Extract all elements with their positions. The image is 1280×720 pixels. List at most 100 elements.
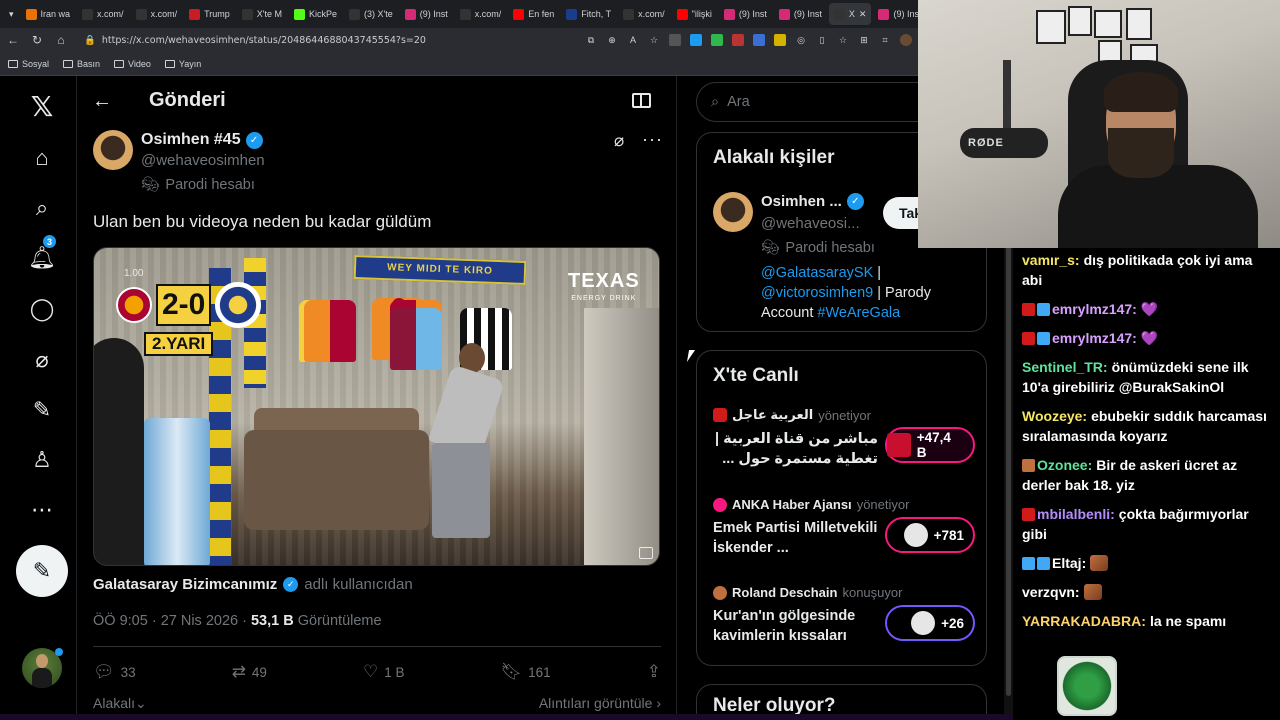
browser-tab[interactable]: X ✕	[828, 3, 872, 25]
extension-icon[interactable]	[732, 34, 744, 46]
chat-username[interactable]: Woozeye:	[1022, 408, 1087, 424]
bookmark-button[interactable]: 🔖︎ 161	[501, 662, 551, 682]
browser-tab[interactable]: KickPe	[289, 3, 342, 25]
tab-list-button[interactable]: ▾	[4, 3, 19, 25]
more-options-icon[interactable]: ···	[642, 129, 663, 150]
extension-icon[interactable]	[753, 34, 765, 46]
bio-hashtag[interactable]: #WeAreGala	[817, 305, 900, 321]
browser-tab[interactable]: (9) Inst	[400, 3, 453, 25]
live-item[interactable]: ANKA Haber Ajansı yönetiyor Emek Partisi M…	[713, 497, 975, 558]
profile-avatar-icon[interactable]	[900, 34, 912, 46]
profile-icon[interactable]: ♙	[22, 440, 62, 480]
lists-icon[interactable]: ✎	[22, 390, 62, 430]
chat-username[interactable]: Eltaj:	[1052, 555, 1086, 571]
url-bar[interactable]: 🔒 https://x.com/wehaveosimhen/status/204…	[78, 31, 548, 49]
chat-username[interactable]: emrylmz147:	[1052, 301, 1137, 317]
bookmark-folder[interactable]: Yayın	[164, 59, 201, 69]
post-time[interactable]: ÖÖ 9:05 · 27 Nis 2026 ·	[93, 613, 251, 629]
related-avatar[interactable]	[713, 192, 753, 232]
reader-mode-icon[interactable]	[632, 93, 651, 108]
screenshot-icon[interactable]: ⌗	[879, 34, 891, 46]
listener-pill[interactable]: +47,4 B	[885, 427, 975, 463]
quotes-link[interactable]: Alıntıları görüntüle ›	[539, 695, 661, 712]
chat-username[interactable]: verzqvn:	[1022, 584, 1080, 600]
back-arrow-icon[interactable]: ←	[92, 90, 112, 113]
extension-icon[interactable]: ◎	[795, 34, 807, 46]
repost-count: 49	[251, 664, 267, 680]
chat-username[interactable]: vamır_s:	[1022, 252, 1080, 268]
mute-icon[interactable]	[639, 547, 653, 559]
browser-tab[interactable]: "ilişki	[672, 3, 717, 25]
favorites-icon[interactable]: ☆	[837, 34, 849, 46]
browser-tab[interactable]: x.com/	[455, 3, 507, 25]
related-tab[interactable]: Alakalı⌄	[93, 695, 147, 712]
live-item[interactable]: Roland Deschain konuşuyor Kur'an'ın gölges…	[713, 585, 975, 646]
listener-pill[interactable]: +781	[885, 517, 975, 553]
browser-tab[interactable]: x.com/	[131, 3, 183, 25]
split-screen-icon[interactable]: ▯	[816, 34, 828, 46]
browser-tab[interactable]: En fen	[508, 3, 559, 25]
grok-explain-icon[interactable]: ⌀	[614, 131, 624, 151]
home-icon[interactable]: ⌂	[22, 138, 62, 178]
like-button[interactable]: ♡ 1 B	[363, 662, 405, 682]
browser-tab[interactable]: (9) Inst	[719, 3, 772, 25]
extension-icon[interactable]	[669, 34, 681, 46]
extension-icon[interactable]	[711, 34, 723, 46]
more-icon[interactable]: ⋯	[22, 490, 62, 530]
chat-username[interactable]: YARRAKADABRA:	[1022, 613, 1146, 629]
notification-badge: 3	[42, 234, 57, 249]
author-name[interactable]: Osimhen #45 ✓	[141, 131, 263, 149]
read-aloud-icon[interactable]: A	[627, 34, 639, 46]
bookmark-label: Basın	[77, 58, 101, 69]
tab-title: Fitch, T	[581, 9, 612, 19]
browser-tab[interactable]: X'te M	[237, 3, 287, 25]
author-avatar[interactable]	[93, 130, 133, 170]
browser-tab[interactable]: Iran wa	[21, 3, 76, 25]
compose-post-button[interactable]: ✎	[16, 545, 68, 597]
author-handle[interactable]: @wehaveosimhen	[141, 152, 265, 169]
browser-tab[interactable]: (9) Inst	[774, 3, 827, 25]
browser-tab[interactable]: (3) X'te	[344, 3, 398, 25]
messages-icon[interactable]: ◯	[22, 289, 62, 329]
attribution-name[interactable]: Galatasaray Bizimcanımız	[93, 576, 277, 593]
tab-favicon-icon	[25, 8, 37, 20]
live-item[interactable]: العربية عاجل yönetiyor مباشر من قناة العرب…	[713, 407, 975, 469]
bookmark-folder[interactable]: Sosyal	[8, 59, 49, 69]
chat-username[interactable]: Sentinel_TR:	[1022, 359, 1108, 375]
reply-button[interactable]: 💬︎ 33	[93, 662, 136, 682]
chat-username[interactable]: emrylmz147:	[1052, 330, 1137, 346]
browser-tab[interactable]: x.com/	[77, 3, 129, 25]
close-tab-icon[interactable]: ✕	[859, 9, 867, 20]
notifications-icon[interactable]: 🔔︎ 3	[22, 234, 62, 278]
related-handle[interactable]: @wehaveosi...	[761, 215, 860, 232]
bio-link[interactable]: @GalatasaraySK	[761, 265, 873, 281]
bookmark-folder[interactable]: Video	[114, 59, 151, 69]
collections-icon[interactable]: ⊞	[858, 34, 870, 46]
grok-icon[interactable]: ⌀	[22, 340, 62, 380]
share-button[interactable]: ⇪	[647, 662, 661, 682]
zoom-icon[interactable]: ⊕	[606, 34, 618, 46]
favorite-icon[interactable]: ☆	[648, 34, 660, 46]
extension-icon[interactable]	[774, 34, 786, 46]
search-icon[interactable]: ⌕	[22, 188, 62, 228]
chat-username[interactable]: Ozonee:	[1037, 457, 1092, 473]
reply-icon: 💬︎	[93, 662, 115, 681]
x-logo-icon[interactable]: 𝕏	[22, 86, 62, 126]
browser-tab[interactable]: x.com/	[618, 3, 670, 25]
post-video[interactable]: WEY MIDI TE KIRO 2-0 1.00 2.YARI TEXAS E…	[93, 247, 660, 566]
browser-tab[interactable]: (9) Inst	[873, 3, 918, 25]
repost-button[interactable]: ⇄ 49	[232, 662, 267, 682]
browser-tab[interactable]: Fitch, T	[561, 3, 616, 25]
bio-link[interactable]: @victorosimhen9	[761, 285, 873, 301]
page-title: Gönderi	[149, 89, 226, 111]
listener-pill[interactable]: +26	[885, 605, 975, 641]
home-icon[interactable]: ⌂	[54, 33, 68, 47]
reload-icon[interactable]: ↻	[30, 33, 44, 47]
extension-icon[interactable]	[690, 34, 702, 46]
browser-tab[interactable]: Trump	[184, 3, 235, 25]
share-icon[interactable]: ⧉	[585, 34, 597, 46]
chat-username[interactable]: mbilalbenli:	[1037, 506, 1115, 522]
related-name[interactable]: Osimhen ... ✓	[761, 193, 864, 210]
back-icon[interactable]: ←	[6, 33, 20, 47]
bookmark-folder[interactable]: Basın	[63, 59, 100, 69]
